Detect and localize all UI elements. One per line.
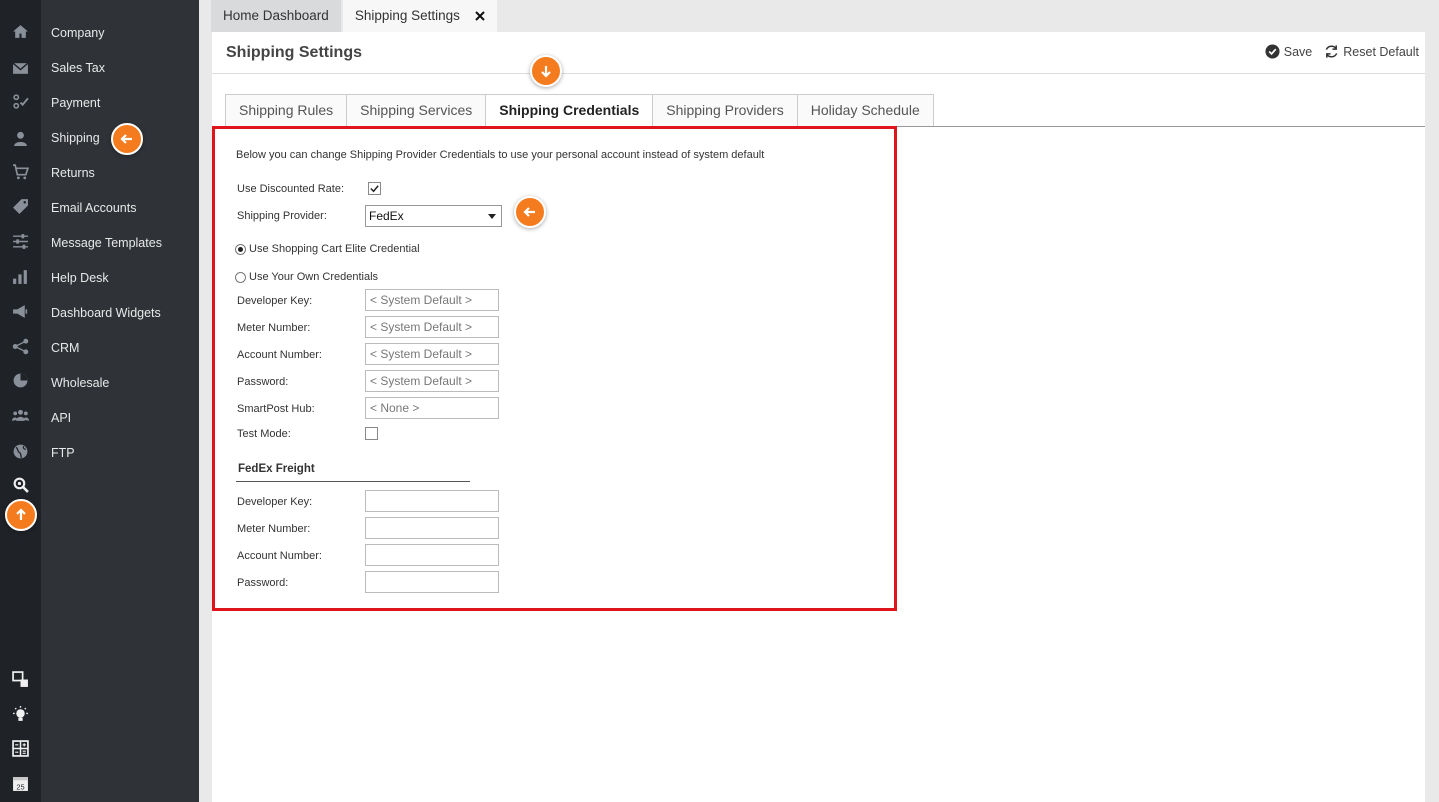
radio-dot — [238, 247, 243, 252]
close-icon[interactable] — [475, 11, 485, 21]
check-circle-icon — [1265, 44, 1280, 59]
page-title: Shipping Settings — [226, 44, 362, 61]
tab-holiday-schedule[interactable]: Holiday Schedule — [796, 94, 934, 127]
dropdown-caret-icon — [488, 214, 496, 219]
developer-key-label: Developer Key: — [237, 295, 313, 307]
discounted-rate-checkbox[interactable] — [368, 182, 381, 195]
cart-icon[interactable] — [10, 161, 30, 181]
users-icon[interactable] — [10, 405, 30, 425]
freight-developer-key-label: Developer Key: — [237, 496, 313, 508]
menu-item-sales-tax[interactable]: Sales Tax — [51, 58, 105, 78]
account-number-input[interactable]: < System Default > — [365, 343, 499, 365]
password-label: Password: — [237, 376, 289, 388]
bar-chart-icon[interactable] — [10, 266, 30, 286]
menu-item-dashboard-widgets[interactable]: Dashboard Widgets — [51, 303, 161, 323]
menu-item-message-templates[interactable]: Message Templates — [51, 233, 162, 253]
settings-tabs: Shipping Rules Shipping Services Shippin… — [225, 94, 934, 127]
calculator-icon[interactable] — [10, 738, 30, 758]
tab-shipping-rules[interactable]: Shipping Rules — [225, 94, 347, 127]
menu-item-returns[interactable]: Returns — [51, 163, 95, 183]
hint-arrow-up-icon — [5, 499, 37, 531]
refresh-icon — [1325, 45, 1338, 58]
highlight-frame — [212, 126, 897, 611]
document-tabs: Home Dashboard Shipping Settings — [211, 0, 499, 32]
menu-item-email-accounts[interactable]: Email Accounts — [51, 198, 136, 218]
meter-number-input[interactable]: < System Default > — [365, 316, 499, 338]
checkmark-icon — [370, 185, 379, 193]
freight-account-number-input[interactable] — [365, 544, 499, 566]
menu-item-ftp[interactable]: FTP — [51, 443, 75, 463]
test-mode-label: Test Mode: — [237, 428, 291, 440]
settings-menu: Company Sales Tax Payment Shipping Retur… — [41, 0, 199, 802]
settings-search-icon[interactable] — [10, 474, 30, 494]
test-mode-checkbox[interactable] — [365, 427, 378, 440]
radio-own-label[interactable]: Use Your Own Credentials — [249, 271, 378, 283]
hint-arrow-left-icon — [111, 123, 143, 155]
tab-home-dashboard[interactable]: Home Dashboard — [211, 0, 341, 32]
tab-shipping-settings[interactable]: Shipping Settings — [342, 0, 497, 32]
password-input[interactable]: < System Default > — [365, 370, 499, 392]
widgets-icon[interactable] — [10, 669, 30, 689]
freight-meter-number-label: Meter Number: — [237, 523, 311, 535]
intro-text: Below you can change Shipping Provider C… — [236, 149, 765, 161]
shipping-provider-label: Shipping Provider: — [237, 210, 327, 222]
tab-shipping-settings-label: Shipping Settings — [354, 8, 460, 23]
freight-account-number-label: Account Number: — [237, 550, 322, 562]
shipping-provider-select[interactable]: FedEx — [365, 205, 502, 227]
freight-password-input[interactable] — [365, 571, 499, 593]
radio-elite-label[interactable]: Use Shopping Cart Elite Credential — [249, 243, 420, 255]
freight-developer-key-input[interactable] — [365, 490, 499, 512]
section-divider — [236, 481, 470, 482]
icon-rail: 25 — [0, 0, 41, 802]
radio-own-credentials[interactable] — [235, 272, 246, 283]
fedex-freight-title: FedEx Freight — [238, 463, 315, 475]
home-icon[interactable] — [10, 21, 30, 41]
smartpost-hub-input[interactable]: < None > — [365, 397, 499, 419]
calendar-day: 25 — [16, 782, 24, 791]
hint-arrow-left-icon — [514, 196, 546, 228]
reset-default-button[interactable]: Reset Default — [1324, 44, 1419, 59]
globe-icon[interactable] — [10, 441, 30, 461]
main-content: Shipping Settings Save Reset Default Shi… — [212, 32, 1425, 802]
save-button[interactable]: Save — [1265, 44, 1313, 59]
menu-item-wholesale[interactable]: Wholesale — [51, 373, 109, 393]
menu-item-help-desk[interactable]: Help Desk — [51, 268, 109, 288]
page-header: Shipping Settings Save Reset Default — [212, 32, 1425, 74]
save-label: Save — [1283, 44, 1313, 59]
tab-shipping-services[interactable]: Shipping Services — [346, 94, 486, 127]
payment-icon[interactable] — [10, 91, 30, 111]
lightbulb-icon[interactable] — [10, 704, 30, 724]
hint-arrow-down-icon — [530, 55, 562, 87]
sliders-icon[interactable] — [10, 231, 30, 251]
freight-meter-number-input[interactable] — [365, 517, 499, 539]
radio-elite-credential[interactable] — [235, 244, 246, 255]
tag-icon[interactable] — [10, 196, 30, 216]
pie-chart-icon[interactable] — [10, 370, 30, 390]
user-icon[interactable] — [10, 128, 30, 148]
menu-item-payment[interactable]: Payment — [51, 93, 100, 113]
tab-shipping-credentials[interactable]: Shipping Credentials — [485, 94, 653, 127]
envelope-icon[interactable] — [10, 58, 30, 78]
menu-item-crm[interactable]: CRM — [51, 338, 79, 358]
reset-default-label: Reset Default — [1343, 44, 1419, 59]
menu-item-company[interactable]: Company — [51, 23, 105, 43]
megaphone-icon[interactable] — [10, 301, 30, 321]
header-actions: Save Reset Default — [1265, 44, 1419, 59]
discounted-rate-label: Use Discounted Rate: — [237, 183, 344, 195]
developer-key-input[interactable]: < System Default > — [365, 289, 499, 311]
shipping-provider-value: FedEx — [369, 209, 404, 223]
smartpost-hub-label: SmartPost Hub: — [237, 403, 315, 415]
meter-number-label: Meter Number: — [237, 322, 311, 334]
share-icon[interactable] — [10, 336, 30, 356]
freight-password-label: Password: — [237, 577, 289, 589]
account-number-label: Account Number: — [237, 349, 322, 361]
tab-shipping-providers[interactable]: Shipping Providers — [652, 94, 797, 127]
menu-item-api[interactable]: API — [51, 408, 71, 428]
calendar-icon[interactable]: 25 — [10, 773, 30, 793]
menu-item-shipping[interactable]: Shipping — [51, 128, 100, 148]
